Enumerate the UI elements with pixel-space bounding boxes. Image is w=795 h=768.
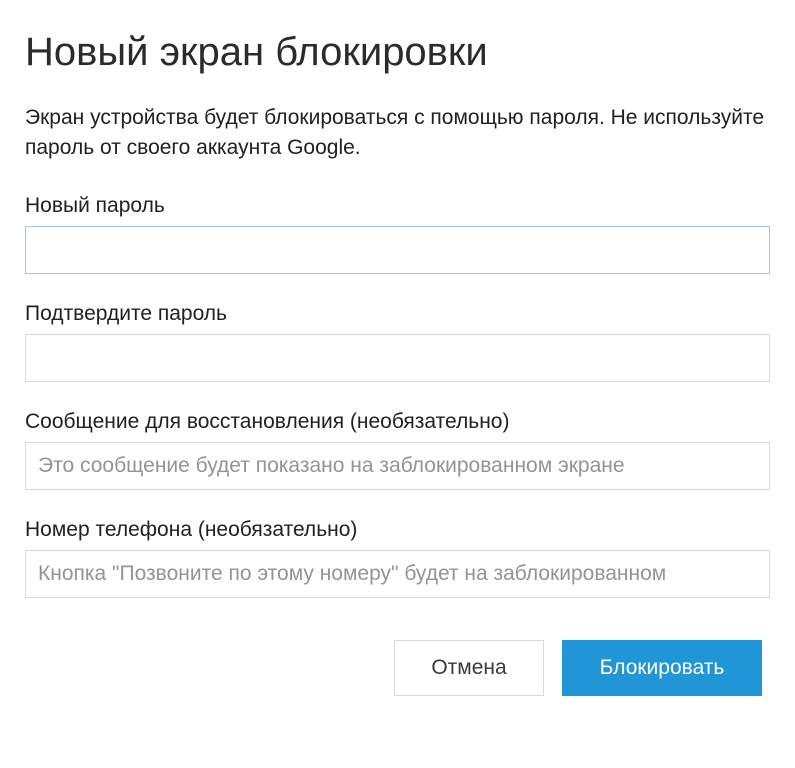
recovery-message-input[interactable] <box>25 442 770 490</box>
cancel-button[interactable]: Отмена <box>394 640 544 696</box>
confirm-password-label: Подтвердите пароль <box>25 302 770 326</box>
new-password-input[interactable] <box>25 226 770 274</box>
phone-number-label: Номер телефона (необязательно) <box>25 518 770 542</box>
new-password-group: Новый пароль <box>25 194 770 274</box>
confirm-password-input[interactable] <box>25 334 770 382</box>
recovery-message-group: Сообщение для восстановления (необязател… <box>25 410 770 490</box>
page-title: Новый экран блокировки <box>25 30 770 75</box>
new-password-label: Новый пароль <box>25 194 770 218</box>
lock-button[interactable]: Блокировать <box>562 640 762 696</box>
button-row: Отмена Блокировать <box>25 640 770 696</box>
phone-number-group: Номер телефона (необязательно) <box>25 518 770 598</box>
recovery-message-label: Сообщение для восстановления (необязател… <box>25 410 770 434</box>
page-description: Экран устройства будет блокироваться с п… <box>25 103 770 164</box>
phone-number-input[interactable] <box>25 550 770 598</box>
confirm-password-group: Подтвердите пароль <box>25 302 770 382</box>
